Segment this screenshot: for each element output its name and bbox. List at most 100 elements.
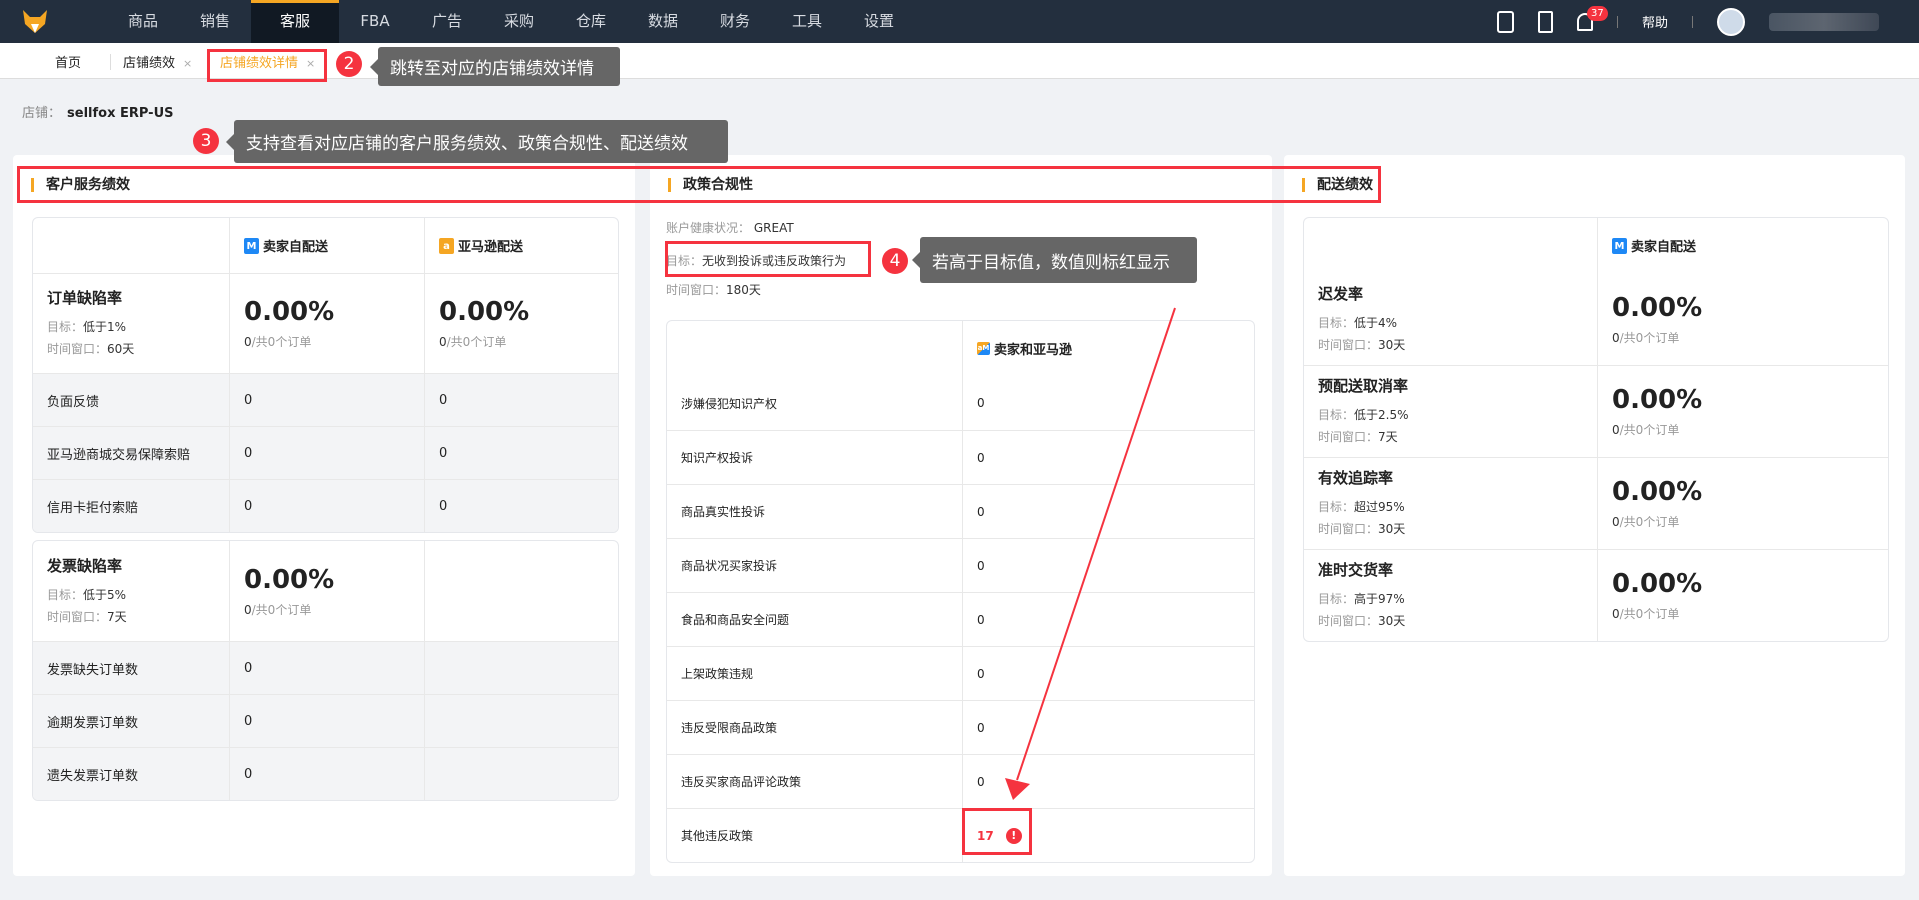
window-value: 30天 (1378, 522, 1406, 536)
divider (1692, 15, 1693, 28)
target-value: 高于97% (1354, 592, 1405, 606)
window-value: 180天 (726, 283, 761, 297)
username-blurred (1769, 12, 1879, 31)
metric-value: 0.00% (439, 297, 530, 327)
customer-service-panel: 客户服务绩效 M 卖家自配送 a 亚马逊配送 订单缺陷率 目标：低于1% 时间窗口：60… (13, 155, 635, 876)
target-label: 目标： (1318, 500, 1355, 514)
policy-table: aM 卖家和亚马逊 涉嫌侵犯知识产权 0 知识产权投诉 0 商品真实性投诉 0 商品状况买家投… (666, 320, 1255, 863)
order-total: /共0个订单 (1619, 515, 1680, 529)
column-header: 亚马逊配送 (458, 240, 524, 255)
mobile-icon[interactable] (1537, 10, 1553, 33)
target-value: 低于5% (83, 587, 127, 602)
new-document-icon[interactable] (1496, 10, 1514, 33)
menu-item-sales[interactable]: 销售 (179, 0, 251, 43)
metric-value: 0.00% (1612, 385, 1703, 415)
metric-name: 有效追踪率 (1318, 469, 1394, 487)
row-value: 0 (424, 480, 618, 532)
metric-value: 0.00% (1612, 292, 1703, 323)
menu-item-fba[interactable]: FBA (339, 0, 411, 43)
order-total: /共0个订单 (446, 335, 507, 349)
annotation-box (207, 49, 327, 82)
tab-label: 店铺绩效 (123, 56, 176, 71)
row-value: 0 (424, 374, 618, 426)
target-value: 低于2.5% (1354, 408, 1409, 422)
row-value: 0 (977, 612, 985, 627)
target-label: 目标： (1318, 315, 1355, 330)
metric-value: 0.00% (244, 564, 335, 595)
row-label: 亚马逊商城交易保障索赔 (47, 447, 191, 463)
order-count: 0 (1612, 607, 1620, 621)
window-label: 时间窗口： (47, 609, 108, 624)
row-value: 0 (977, 666, 985, 681)
table-row: 上架政策违规 0 (667, 646, 1254, 700)
menu-item-tools[interactable]: 工具 (771, 0, 843, 43)
menu-item-purchase[interactable]: 采购 (483, 0, 555, 43)
metric-name: 准时交货率 (1318, 561, 1394, 579)
row-value: 0 (977, 396, 985, 410)
menu-item-finance[interactable]: 财务 (699, 0, 771, 43)
table-row: 负面反馈 0 0 (33, 373, 618, 426)
window-label: 时间窗口： (666, 283, 727, 297)
table-row: 发票缺失订单数 0 (33, 641, 618, 694)
help-link[interactable]: 帮助 (1642, 12, 1668, 31)
delivery-performance-panel: 配送绩效 M 卖家自配送 迟发率 目标：低于4% 时间窗口：30天 0.00% 0/共0个… (1284, 155, 1905, 876)
table-row: 涉嫌侵犯知识产权 0 (667, 376, 1254, 430)
row-value: 0 (977, 720, 985, 735)
table-row: 遗失发票订单数 0 (33, 747, 618, 800)
table-row: 知识产权投诉 0 (667, 430, 1254, 484)
row-label: 违反受限商品政策 (681, 721, 778, 735)
store-name: sellfox ERP-US (67, 106, 174, 121)
nav-right: 37 帮助 (1496, 0, 1919, 43)
order-total: /共0个订单 (1619, 607, 1680, 621)
menu-item-customer-service[interactable]: 客服 (251, 0, 339, 43)
window-label: 时间窗口： (1318, 522, 1379, 536)
menu-item-warehouse[interactable]: 仓库 (555, 0, 627, 43)
order-count: 0 (1612, 515, 1620, 529)
window-value: 7天 (107, 609, 127, 624)
tab-store-performance[interactable]: 店铺绩效 × (123, 52, 192, 71)
row-label: 信用卡拒付索赔 (47, 500, 139, 516)
annotation-callout: 支持查看对应店铺的客户服务绩效、政策合规性、配送绩效 (226, 120, 728, 163)
row-label: 违反买家商品评论政策 (681, 775, 802, 789)
notification-badge: 37 (1586, 5, 1608, 21)
metric-row: 迟发率 目标：低于4% 时间窗口：30天 0.00% 0/共0个订单 (1304, 273, 1888, 365)
metric-value: 0.00% (1612, 477, 1703, 507)
invoice-table: 发票缺陷率 目标：低于5% 时间窗口：7天 0.00% 0/共0个订单 发票缺失订单数… (32, 540, 619, 801)
row-label: 上架政策违规 (681, 667, 754, 681)
target-label: 目标： (1318, 408, 1355, 422)
window-value: 7天 (1378, 430, 1398, 444)
bell-icon[interactable]: 37 (1576, 5, 1608, 31)
menu-item-products[interactable]: 商品 (107, 0, 179, 43)
fox-logo-icon[interactable] (22, 8, 48, 34)
metric-name: 订单缺陷率 (47, 289, 123, 307)
close-icon[interactable]: × (183, 57, 192, 70)
window-label: 时间窗口： (1318, 337, 1379, 352)
seller-and-amazon-icon: aM (977, 342, 990, 355)
annotation-callout: 跳转至对应的店铺绩效详情 (370, 47, 620, 86)
tab-home[interactable]: 首页 (55, 52, 81, 71)
annotation-number: 2 (336, 51, 362, 77)
metric-row: 准时交货率 目标：高于97% 时间窗口：30天 0.00% 0/共0个订单 (1304, 549, 1888, 641)
row-label: 商品状况买家投诉 (681, 559, 778, 573)
menu-item-ads[interactable]: 广告 (411, 0, 483, 43)
annotation-callout: 若高于目标值，数值则标红显示 (912, 237, 1197, 283)
row-label: 食品和商品安全问题 (681, 613, 790, 627)
row-value: 0 (977, 450, 985, 465)
metric-row: 订单缺陷率 目标：低于1% 时间窗口：60天 0.00% 0/共0个订单 0.00% 0… (33, 273, 618, 373)
target-label: 目标： (47, 587, 84, 602)
row-value: 0 (229, 695, 424, 747)
order-count: 0 (1612, 423, 1620, 437)
column-header: 卖家自配送 (1631, 240, 1697, 255)
metric-row: 发票缺陷率 目标：低于5% 时间窗口：7天 0.00% 0/共0个订单 (33, 541, 618, 641)
row-label: 逾期发票订单数 (47, 715, 139, 731)
table-row: 违反买家商品评论政策 0 (667, 754, 1254, 808)
row-label: 其他违反政策 (681, 829, 754, 843)
avatar[interactable] (1717, 7, 1745, 36)
menu-item-data[interactable]: 数据 (627, 0, 699, 43)
delivery-table: M 卖家自配送 迟发率 目标：低于4% 时间窗口：30天 0.00% 0/共0个订单 预配送… (1303, 217, 1889, 642)
divider (1616, 15, 1618, 28)
menu-item-settings[interactable]: 设置 (843, 0, 915, 43)
order-total: /共0个订单 (1619, 330, 1680, 345)
target-value: 低于1% (83, 320, 127, 334)
row-label: 遗失发票订单数 (47, 768, 139, 784)
